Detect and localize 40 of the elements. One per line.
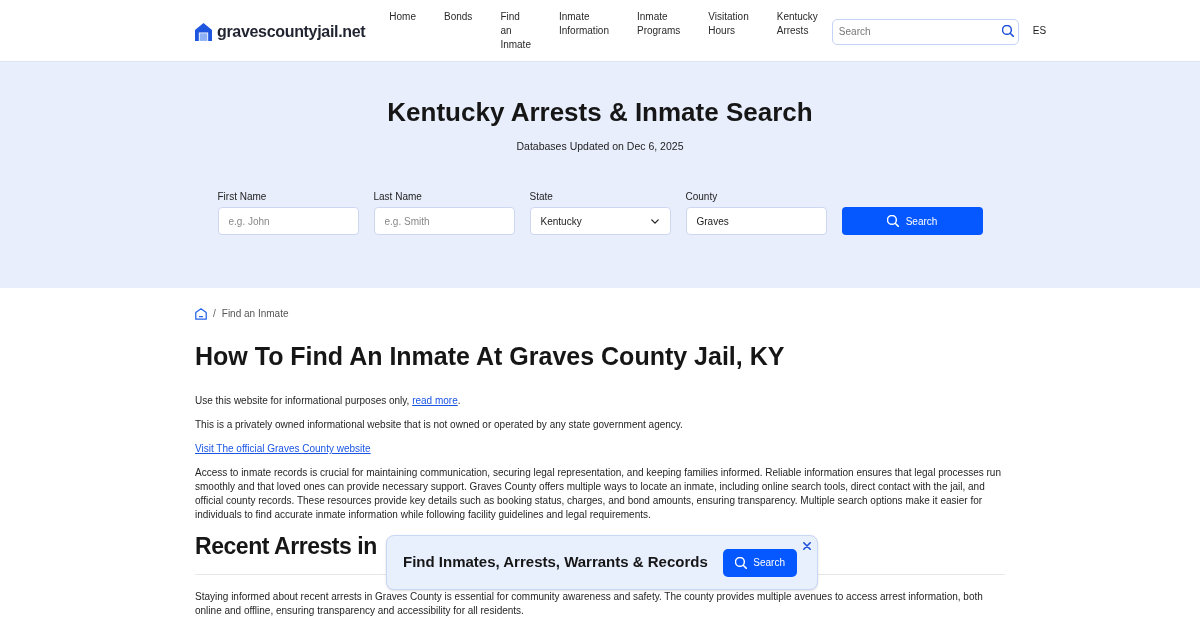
link[interactable]: read more (412, 395, 458, 406)
home-icon[interactable] (195, 308, 207, 320)
search-field[interactable]: Search (831, 18, 1019, 45)
field-label: First Name (217, 191, 268, 203)
paragraph: This is a privately owned informational website that is not owned or operated by any state government agency. (195, 418, 684, 432)
text-field[interactable]: e.g. John (217, 207, 359, 235)
search-icon (886, 215, 899, 227)
link[interactable]: Visit The official Graves County website (195, 443, 371, 454)
chevron-down-icon (650, 218, 659, 224)
search-button[interactable]: Search (723, 548, 797, 577)
section-heading: Recent Arrests in (195, 532, 377, 561)
paragraph: Access to inmate records is crucial for maintaining communication, securing legal representation, and keeping families informed. Reliable information ensures that legal processes run smoothly and that loved ones can provide necessary support. Graves County offers multiple ways to locate an inmate, including online search tools, direct contact with the jail, and official county records. These resources provide key details such as booking status, charges, and bond amounts, ensuring transparency. Multiple search options make it easier for individuals to find accurate inmate information while following facility guidelines and legal requirements. (195, 466, 1002, 522)
banner-text: Find Inmates, Arrests, Warrants & Records (403, 552, 708, 573)
select-field[interactable]: Kentucky (529, 207, 671, 235)
paragraph: Staying informed about recent arrests in Graves County is essential for community awareness and safety. The county provides multiple avenues to access arrest information, both online and offline, ensuring transparency and accessibility for all residents. (195, 590, 984, 618)
hero-title: Kentucky Arrests & Inmate Search (387, 97, 813, 127)
field-label: Last Name (373, 191, 423, 203)
nav-link[interactable]: Home (389, 10, 416, 52)
language-link[interactable]: ES (1032, 25, 1047, 37)
nav-link[interactable]: Kentucky Arrests (776, 10, 818, 52)
paragraph: Use this website for informational purposes only, read more. (195, 394, 462, 408)
breadcrumb-current: Find an Inmate (221, 308, 289, 320)
close-icon[interactable] (803, 542, 811, 550)
nav-link[interactable]: Inmate Programs (636, 10, 681, 52)
field-label: County (685, 191, 719, 203)
logo-icon[interactable] (195, 23, 212, 41)
text-field[interactable]: Graves (685, 207, 827, 235)
search-icon (735, 556, 748, 569)
nav-link[interactable]: Bonds (444, 10, 473, 52)
text-field[interactable]: e.g. Smith (373, 207, 515, 235)
breadcrumb-separator: / (213, 308, 216, 320)
search-button[interactable]: Search (841, 207, 983, 235)
site-name[interactable]: gravescountyjail.net (217, 22, 366, 42)
field-label: State (529, 191, 554, 203)
nav-link[interactable]: Find an Inmate (500, 10, 531, 52)
nav-link[interactable]: Inmate Information (558, 10, 609, 52)
search-icon[interactable] (1001, 25, 1014, 37)
page-heading: How To Find An Inmate At Graves County Jail, KY (195, 341, 786, 371)
update-date: Databases Updated on Dec 6, 2025 (516, 139, 684, 153)
nav-link[interactable]: Visitation Hours (708, 10, 749, 52)
